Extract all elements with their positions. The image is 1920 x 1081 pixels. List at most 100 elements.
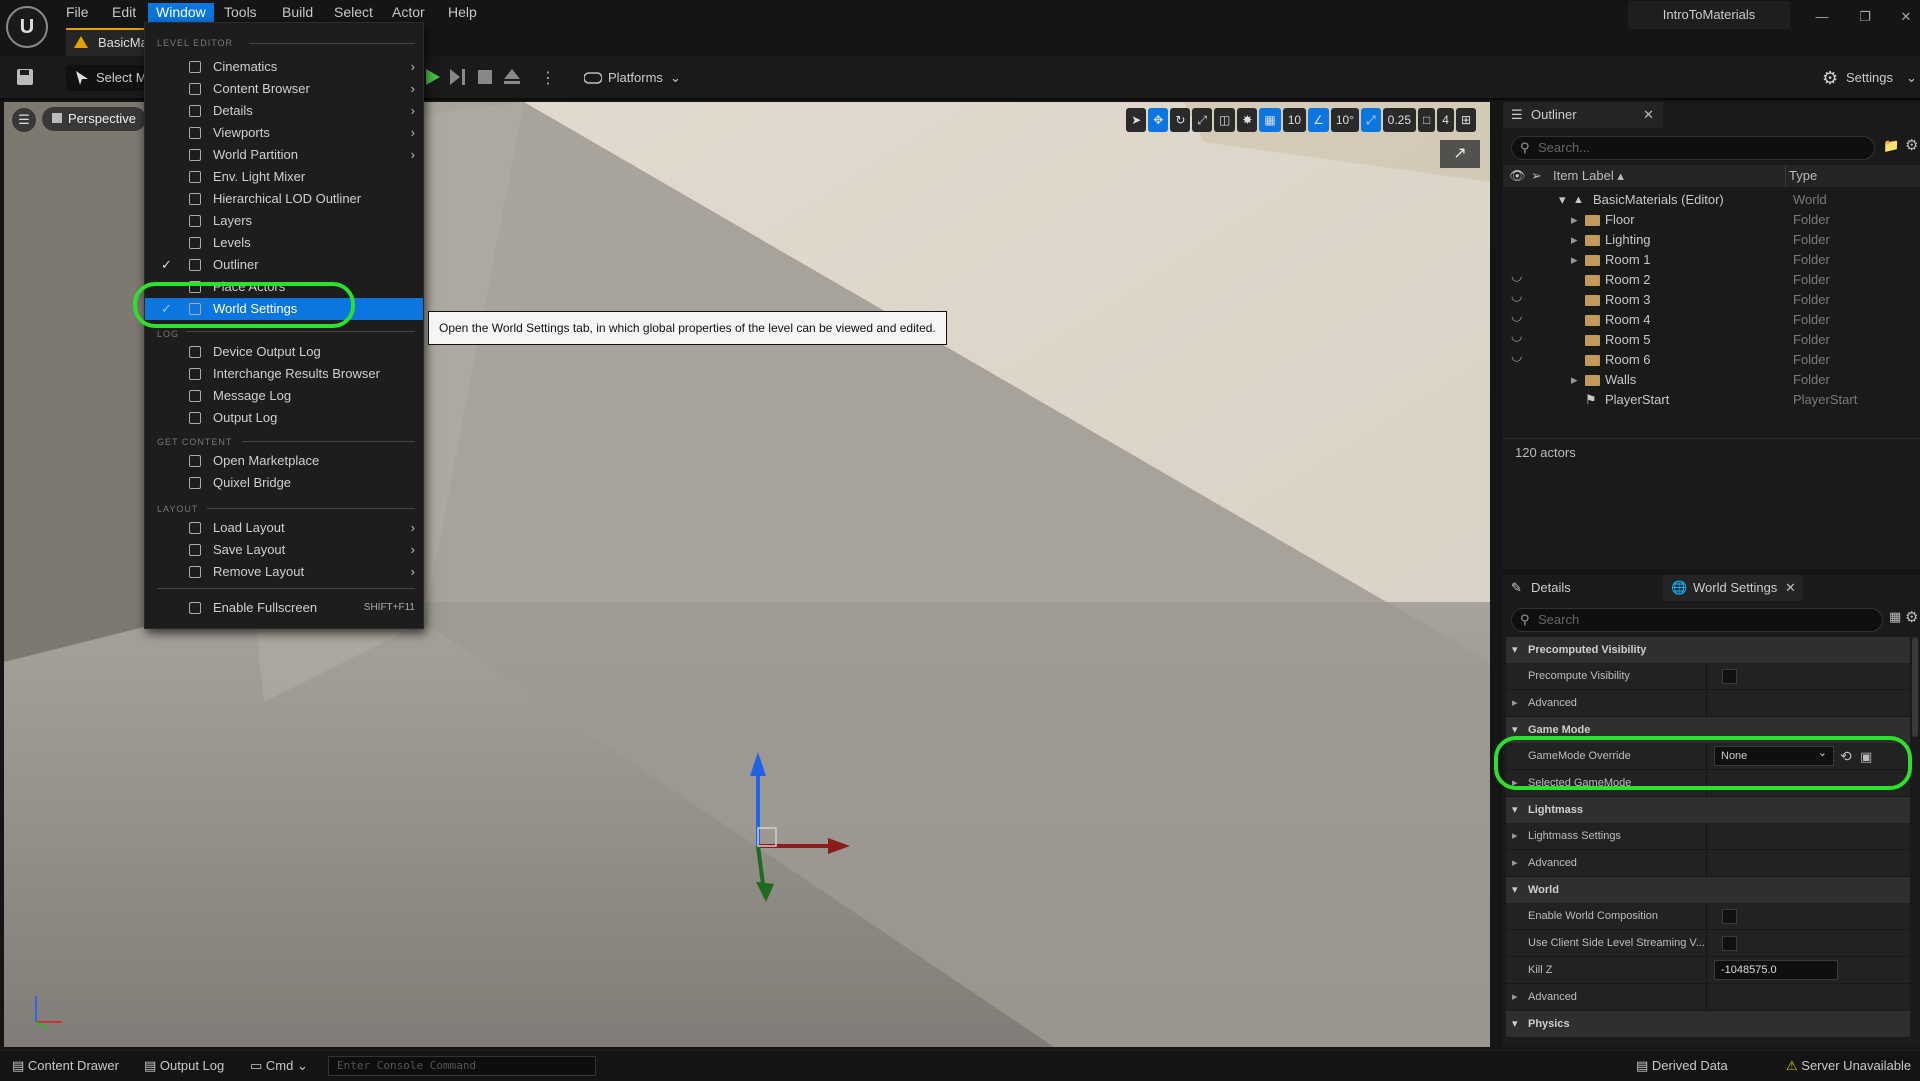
visibility-icon[interactable]: 👁	[1509, 165, 1526, 187]
save-icon[interactable]	[16, 68, 34, 86]
outliner-row[interactable]: ◡ Room 5 Folder	[1503, 328, 1920, 350]
details-section[interactable]: ▾ Physics	[1506, 1011, 1910, 1037]
menu-item-output-log[interactable]: Output Log	[145, 407, 423, 429]
menu-window[interactable]: Window	[148, 3, 214, 22]
perspective-button[interactable]: Perspective	[42, 107, 146, 131]
surface-snap-icon[interactable]: ✸	[1237, 108, 1258, 132]
grid-snap-icon[interactable]: ▦	[1259, 108, 1281, 132]
advance-frame-icon[interactable]	[450, 69, 466, 85]
type-header[interactable]: Type	[1789, 165, 1817, 187]
details-property[interactable]: Precompute Visibility	[1506, 663, 1910, 690]
add-folder-icon[interactable]: 📁	[1883, 138, 1899, 154]
hidden-eye-icon[interactable]: ◡	[1511, 346, 1522, 366]
transform-gizmo[interactable]	[734, 752, 854, 902]
menu-item-layers[interactable]: Layers	[145, 210, 423, 232]
menu-item-content-browser[interactable]: Content Browser ›	[145, 78, 423, 100]
menu-item-load-layout[interactable]: Load Layout ›	[145, 517, 423, 539]
menu-file[interactable]: File	[58, 3, 97, 22]
eject-icon[interactable]	[504, 69, 520, 85]
menu-item-save-layout[interactable]: Save Layout ›	[145, 539, 423, 561]
details-subcategory[interactable]: ▸ Advanced	[1506, 984, 1910, 1011]
play-icon[interactable]	[426, 69, 440, 85]
item-label-header[interactable]: Item Label ▴	[1553, 165, 1624, 187]
details-subcategory[interactable]: ▸ Advanced	[1506, 690, 1910, 717]
grid-snap-value[interactable]: 10	[1282, 108, 1307, 132]
outliner-row[interactable]: ▸ Lighting Folder	[1503, 230, 1920, 250]
outliner-row[interactable]: ▾ ▲ BasicMaterials (Editor) World	[1503, 190, 1920, 210]
cmd-button[interactable]: ▭ Cmd ⌄	[250, 1051, 308, 1081]
restore-icon[interactable]: ❐	[1855, 8, 1875, 26]
viewport-menu-icon[interactable]: ☰	[12, 108, 36, 132]
hidden-eye-icon[interactable]: ◡	[1511, 286, 1522, 306]
outliner-row[interactable]: ▸ Walls Folder	[1503, 370, 1920, 390]
kill-z-input[interactable]: -1048575.0	[1714, 960, 1838, 980]
menu-actor[interactable]: Actor	[384, 3, 433, 22]
details-property[interactable]: Enable World Composition	[1506, 903, 1910, 930]
outliner-row[interactable]: ◡ Room 3 Folder	[1503, 288, 1920, 310]
property-checkbox[interactable]	[1722, 936, 1737, 951]
menu-help[interactable]: Help	[440, 3, 485, 22]
menu-select[interactable]: Select	[326, 3, 381, 22]
menu-item-hierarchical-lod-outliner[interactable]: Hierarchical LOD Outliner	[145, 188, 423, 210]
details-search-input[interactable]: ⚲ Search	[1511, 608, 1883, 632]
collapsed-arrow-icon[interactable]: ▸	[1571, 230, 1578, 250]
menu-item-quixel-bridge[interactable]: Quixel Bridge	[145, 472, 423, 494]
menu-item-cinematics[interactable]: Cinematics ›	[145, 56, 423, 78]
menu-edit[interactable]: Edit	[104, 3, 144, 22]
stop-icon[interactable]	[478, 70, 492, 84]
menu-item-message-log[interactable]: Message Log	[145, 385, 423, 407]
details-property[interactable]: Use Client Side Level Streaming V...	[1506, 930, 1910, 957]
camera-speed-value[interactable]: 4	[1437, 108, 1454, 132]
camera-speed-icon[interactable]: □	[1418, 108, 1436, 132]
pin-icon[interactable]: ➢	[1531, 165, 1542, 187]
menu-item-interchange-results-browser[interactable]: Interchange Results Browser	[145, 363, 423, 385]
outliner-row[interactable]: ▸ Room 1 Folder	[1503, 250, 1920, 270]
content-drawer-button[interactable]: ▤ Content Drawer	[12, 1051, 119, 1081]
minimize-icon[interactable]: —	[1812, 8, 1832, 26]
select-tool-icon[interactable]: ➤	[1126, 108, 1147, 132]
menu-item-details[interactable]: Details ›	[145, 100, 423, 122]
layout-icon[interactable]: ⊞	[1455, 108, 1476, 132]
details-settings-icon[interactable]: ⚙	[1905, 608, 1918, 626]
close-tab-icon[interactable]: ✕	[1785, 575, 1796, 601]
expand-arrow-icon[interactable]: ▾	[1559, 190, 1566, 210]
scale-snap-value[interactable]: 0.25	[1382, 108, 1416, 132]
rotation-snap-value[interactable]: 10°	[1330, 108, 1360, 132]
outliner-tab[interactable]: ☰ Outliner ✕	[1503, 102, 1663, 128]
hidden-eye-icon[interactable]: ◡	[1511, 326, 1522, 346]
console-input[interactable]: Enter Console Command	[328, 1056, 596, 1076]
details-scrollbar[interactable]	[1912, 637, 1918, 737]
outliner-settings-icon[interactable]: ⚙	[1905, 136, 1918, 154]
outliner-search-input[interactable]: ⚲ Search...	[1511, 136, 1875, 160]
outliner-row[interactable]: ▸ Floor Folder	[1503, 210, 1920, 230]
outliner-row[interactable]: ⚑ PlayerStart PlayerStart	[1503, 390, 1920, 410]
collapsed-arrow-icon[interactable]: ▸	[1571, 370, 1578, 390]
rotation-snap-icon[interactable]: ∠	[1308, 108, 1329, 132]
menu-item-outliner[interactable]: ✓ Outliner	[145, 254, 423, 276]
details-tab[interactable]: ✎ Details	[1503, 575, 1663, 601]
menu-item-viewports[interactable]: Viewports ›	[145, 122, 423, 144]
menu-item-world-partition[interactable]: World Partition ›	[145, 144, 423, 166]
menu-item-device-output-log[interactable]: Device Output Log	[145, 341, 423, 363]
hidden-eye-icon[interactable]: ◡	[1511, 266, 1522, 286]
world-space-icon[interactable]: ◫	[1214, 108, 1236, 132]
more-options-icon[interactable]: ⋮	[540, 68, 556, 88]
outliner-row[interactable]: ◡ Room 6 Folder	[1503, 348, 1920, 370]
details-section[interactable]: ▾ World	[1506, 877, 1910, 903]
derived-data-button[interactable]: ▤ Derived Data	[1636, 1051, 1728, 1081]
property-checkbox[interactable]	[1722, 669, 1737, 684]
outliner-row[interactable]: ◡ Room 4 Folder	[1503, 308, 1920, 330]
world-settings-tab[interactable]: 🌐 World Settings ✕	[1663, 575, 1803, 601]
scale-tool-icon[interactable]: ⤢	[1192, 108, 1212, 132]
close-tab-icon[interactable]: ✕	[1643, 102, 1654, 128]
outliner-row[interactable]: ◡ Room 2 Folder	[1503, 268, 1920, 290]
menu-item-levels[interactable]: Levels	[145, 232, 423, 254]
collapsed-arrow-icon[interactable]: ▸	[1571, 250, 1578, 270]
translate-tool-icon[interactable]: ✥	[1148, 108, 1169, 132]
server-status[interactable]: ⚠ Server Unavailable	[1786, 1051, 1911, 1081]
maximize-viewport-icon[interactable]: ↗	[1440, 140, 1480, 168]
close-window-icon[interactable]: ✕	[1896, 8, 1916, 26]
details-section[interactable]: ▾ Lightmass	[1506, 797, 1910, 823]
menu-item-open-marketplace[interactable]: Open Marketplace	[145, 450, 423, 472]
details-property[interactable]: Kill Z -1048575.0	[1506, 957, 1910, 984]
